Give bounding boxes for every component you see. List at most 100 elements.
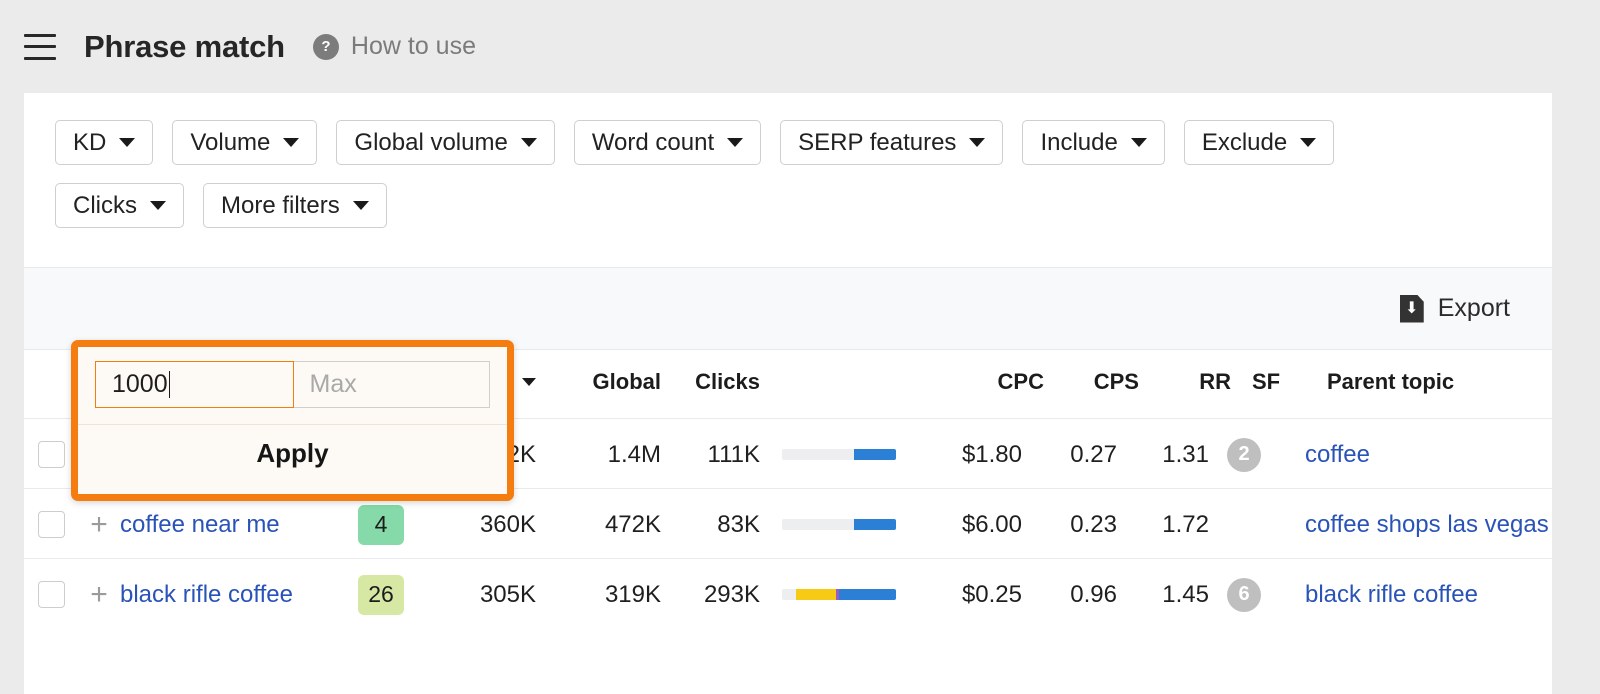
clicks-bar-segment (854, 449, 896, 460)
row-checkbox-cell (24, 419, 78, 488)
filter-global-volume[interactable]: Global volume (336, 120, 554, 165)
filter-include-label: Include (1040, 131, 1117, 155)
hamburger-menu-icon[interactable] (24, 34, 56, 60)
max-value-placeholder: Max (310, 370, 357, 399)
clicks-filter-popover: 1000 Max Apply (71, 340, 514, 501)
table-row: +black rifle coffee26305K319K293K$0.250.… (24, 558, 1552, 628)
how-to-use-link[interactable]: ? How to use (313, 32, 476, 61)
export-label: Export (1438, 294, 1510, 323)
clicks-distribution-bar (782, 449, 896, 460)
cpc-cell: $1.80 (910, 419, 1022, 488)
filter-clicks-label: Clicks (73, 194, 137, 218)
col-global[interactable]: Global (536, 349, 661, 414)
col-clicks[interactable]: Clicks (661, 349, 760, 414)
plus-icon[interactable]: + (90, 510, 108, 540)
clicks-bar-segment (782, 449, 854, 460)
clicks-bar-segment (782, 519, 854, 530)
filter-row-secondary: Clicks More filters (24, 165, 1552, 228)
col-rr-label: RR (1199, 369, 1231, 395)
sf-badge[interactable]: 6 (1227, 578, 1261, 612)
filter-more-filters-label: More filters (221, 194, 340, 218)
filter-exclude[interactable]: Exclude (1184, 120, 1334, 165)
export-button[interactable]: ⬇ Export (1400, 294, 1510, 323)
kd-cell: 26 (338, 559, 424, 628)
filter-global-volume-label: Global volume (354, 131, 507, 155)
col-clicks-bar (760, 349, 932, 414)
keyword-link[interactable]: black rifle coffee (120, 581, 293, 608)
download-file-icon: ⬇ (1400, 295, 1424, 323)
rr-cell: 1.45 (1117, 559, 1209, 628)
filter-word-count-label: Word count (592, 131, 714, 155)
chevron-down-icon (727, 138, 743, 147)
col-cpc[interactable]: CPC (932, 349, 1044, 414)
filter-include[interactable]: Include (1022, 120, 1164, 165)
clicks-bar-cell (760, 489, 910, 558)
sf-cell: 2 (1209, 419, 1279, 488)
text-cursor (169, 371, 171, 398)
max-value-input[interactable]: Max (294, 361, 491, 408)
chevron-down-icon (283, 138, 299, 147)
rr-cell: 1.31 (1117, 419, 1209, 488)
parent-topic-cell: black rifle coffee (1279, 559, 1549, 628)
col-cps[interactable]: CPS (1044, 349, 1139, 414)
filter-clicks[interactable]: Clicks (55, 183, 184, 228)
cps-cell: 0.96 (1022, 559, 1117, 628)
top-bar: Phrase match ? How to use (0, 0, 1600, 93)
col-clicks-label: Clicks (695, 369, 760, 395)
clicks-bar-cell (760, 559, 910, 628)
cps-cell: 0.27 (1022, 419, 1117, 488)
col-sf-label: SF (1252, 369, 1280, 395)
row-add-cell: + (78, 559, 120, 628)
parent-topic-link[interactable]: coffee (1305, 441, 1370, 468)
clicks-cell: 83K (661, 489, 760, 558)
plus-icon[interactable]: + (90, 580, 108, 610)
hamburger-line (24, 57, 56, 60)
min-value-input[interactable]: 1000 (95, 361, 294, 408)
col-sf[interactable]: SF (1231, 349, 1301, 414)
row-checkbox[interactable] (38, 581, 65, 608)
filter-word-count[interactable]: Word count (574, 120, 761, 165)
how-to-use-label: How to use (351, 32, 476, 61)
chevron-down-icon (353, 201, 369, 210)
filter-more-filters[interactable]: More filters (203, 183, 387, 228)
col-parent-topic: Parent topic (1301, 349, 1597, 414)
apply-button[interactable]: Apply (78, 425, 507, 482)
filter-serp-features[interactable]: SERP features (780, 120, 1003, 165)
app-root: Phrase match ? How to use KD Volume Glob… (0, 0, 1600, 694)
hamburger-line (24, 45, 56, 48)
filter-volume-label: Volume (190, 131, 270, 155)
filter-row-primary: KD Volume Global volume Word count SERP … (24, 93, 1552, 165)
parent-topic-cell: coffee shops las vegas (1279, 489, 1549, 558)
table-toolbar: ⬇ Export (24, 267, 1552, 350)
row-checkbox[interactable] (38, 441, 65, 468)
cpc-cell: $0.25 (910, 559, 1022, 628)
clicks-bar-segment (796, 589, 836, 600)
volume-cell: 305K (424, 559, 536, 628)
global-volume-cell: 472K (536, 489, 661, 558)
question-mark-icon: ? (313, 34, 339, 60)
parent-topic-link[interactable]: black rifle coffee (1305, 581, 1478, 608)
keyword-link[interactable]: coffee near me (120, 511, 280, 538)
row-checkbox[interactable] (38, 511, 65, 538)
min-value-text: 1000 (112, 370, 168, 399)
filter-volume[interactable]: Volume (172, 120, 317, 165)
parent-topic-link[interactable]: coffee shops las vegas (1305, 511, 1549, 538)
clicks-bar-segment (782, 589, 796, 600)
row-checkbox-cell (24, 489, 78, 558)
chevron-down-icon (521, 138, 537, 147)
sf-badge[interactable]: 2 (1227, 438, 1261, 472)
col-cpc-label: CPC (998, 369, 1044, 395)
clicks-distribution-bar (782, 519, 896, 530)
chevron-down-icon (119, 138, 135, 147)
cpc-cell: $6.00 (910, 489, 1022, 558)
col-rr[interactable]: RR (1139, 349, 1231, 414)
cps-cell: 0.23 (1022, 489, 1117, 558)
clicks-cell: 293K (661, 559, 760, 628)
col-select-all[interactable] (24, 349, 78, 418)
content-card: KD Volume Global volume Word count SERP … (24, 93, 1552, 694)
global-volume-cell: 1.4M (536, 419, 661, 488)
filter-kd[interactable]: KD (55, 120, 153, 165)
clicks-cell: 111K (661, 419, 760, 488)
clicks-bar-segment (839, 589, 896, 600)
rr-cell: 1.72 (1117, 489, 1209, 558)
